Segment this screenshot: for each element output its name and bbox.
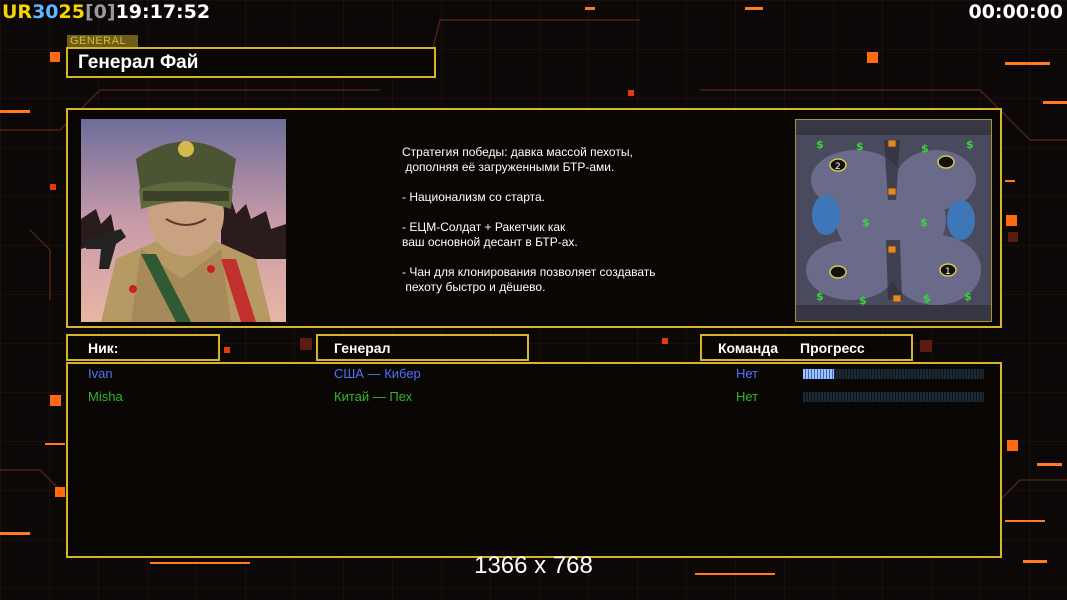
player-progress-bar <box>803 392 984 402</box>
player-nick: Ivan <box>88 366 113 381</box>
team-column-header: Команда Прогресс <box>700 334 913 361</box>
svg-text:$: $ <box>816 290 824 303</box>
player-progress-bar <box>803 369 984 379</box>
svg-text:$: $ <box>921 142 929 155</box>
bracket-counter: [0] <box>84 1 116 23</box>
general-title-box: Генерал Фай <box>66 47 436 78</box>
progress-header-label: Прогресс <box>800 340 865 356</box>
svg-text:$: $ <box>856 140 864 153</box>
logic-fps-counter: 25 <box>58 1 85 23</box>
general-name: Генерал Фай <box>78 52 199 73</box>
general-portrait <box>81 119 286 322</box>
nick-column-header: Ник: <box>66 334 220 361</box>
hud-stats: UR 30 25[0] 19:17:52 <box>2 1 210 23</box>
player-nick: Misha <box>88 389 123 404</box>
player-general: США — Кибер <box>334 366 421 381</box>
svg-text:$: $ <box>920 216 928 229</box>
system-clock: 19:17:52 <box>115 1 211 23</box>
svg-text:$: $ <box>966 138 974 151</box>
progress-fill <box>803 369 834 379</box>
svg-text:$: $ <box>816 138 824 151</box>
player-team: Нет <box>736 366 759 381</box>
nick-header-label: Ник: <box>88 340 119 356</box>
start-position-1: 1 <box>945 267 951 277</box>
player-team: Нет <box>736 389 759 404</box>
player-row[interactable]: Ivan США — Кибер Нет <box>68 364 1000 384</box>
player-general: Китай — Пех <box>334 389 413 404</box>
general-info-panel: Стратегия победы: давка массой пехоты, д… <box>66 108 1002 328</box>
general-column-header: Генерал <box>316 334 529 361</box>
svg-text:$: $ <box>964 290 972 303</box>
svg-text:$: $ <box>862 216 870 229</box>
resolution-label: 1366 x 768 <box>474 552 593 579</box>
map-preview: $ $ $ $ $ $ $ $ $ $ 2 1 <box>795 119 992 322</box>
start-position-2: 2 <box>835 162 841 172</box>
game-timer: 00:00:00 <box>968 1 1063 23</box>
svg-text:$: $ <box>859 294 867 307</box>
player-row[interactable]: Misha Китай — Пех Нет <box>68 387 1000 407</box>
team-header-label: Команда <box>718 340 778 356</box>
svg-text:$: $ <box>923 292 931 305</box>
players-list: Ivan США — Кибер Нет Misha Китай — Пех Н… <box>66 362 1002 558</box>
ur-label: UR <box>2 1 33 23</box>
fps-counter: 30 <box>32 1 59 23</box>
general-header-label: Генерал <box>334 340 391 356</box>
general-description: Стратегия победы: давка массой пехоты, д… <box>402 145 656 294</box>
